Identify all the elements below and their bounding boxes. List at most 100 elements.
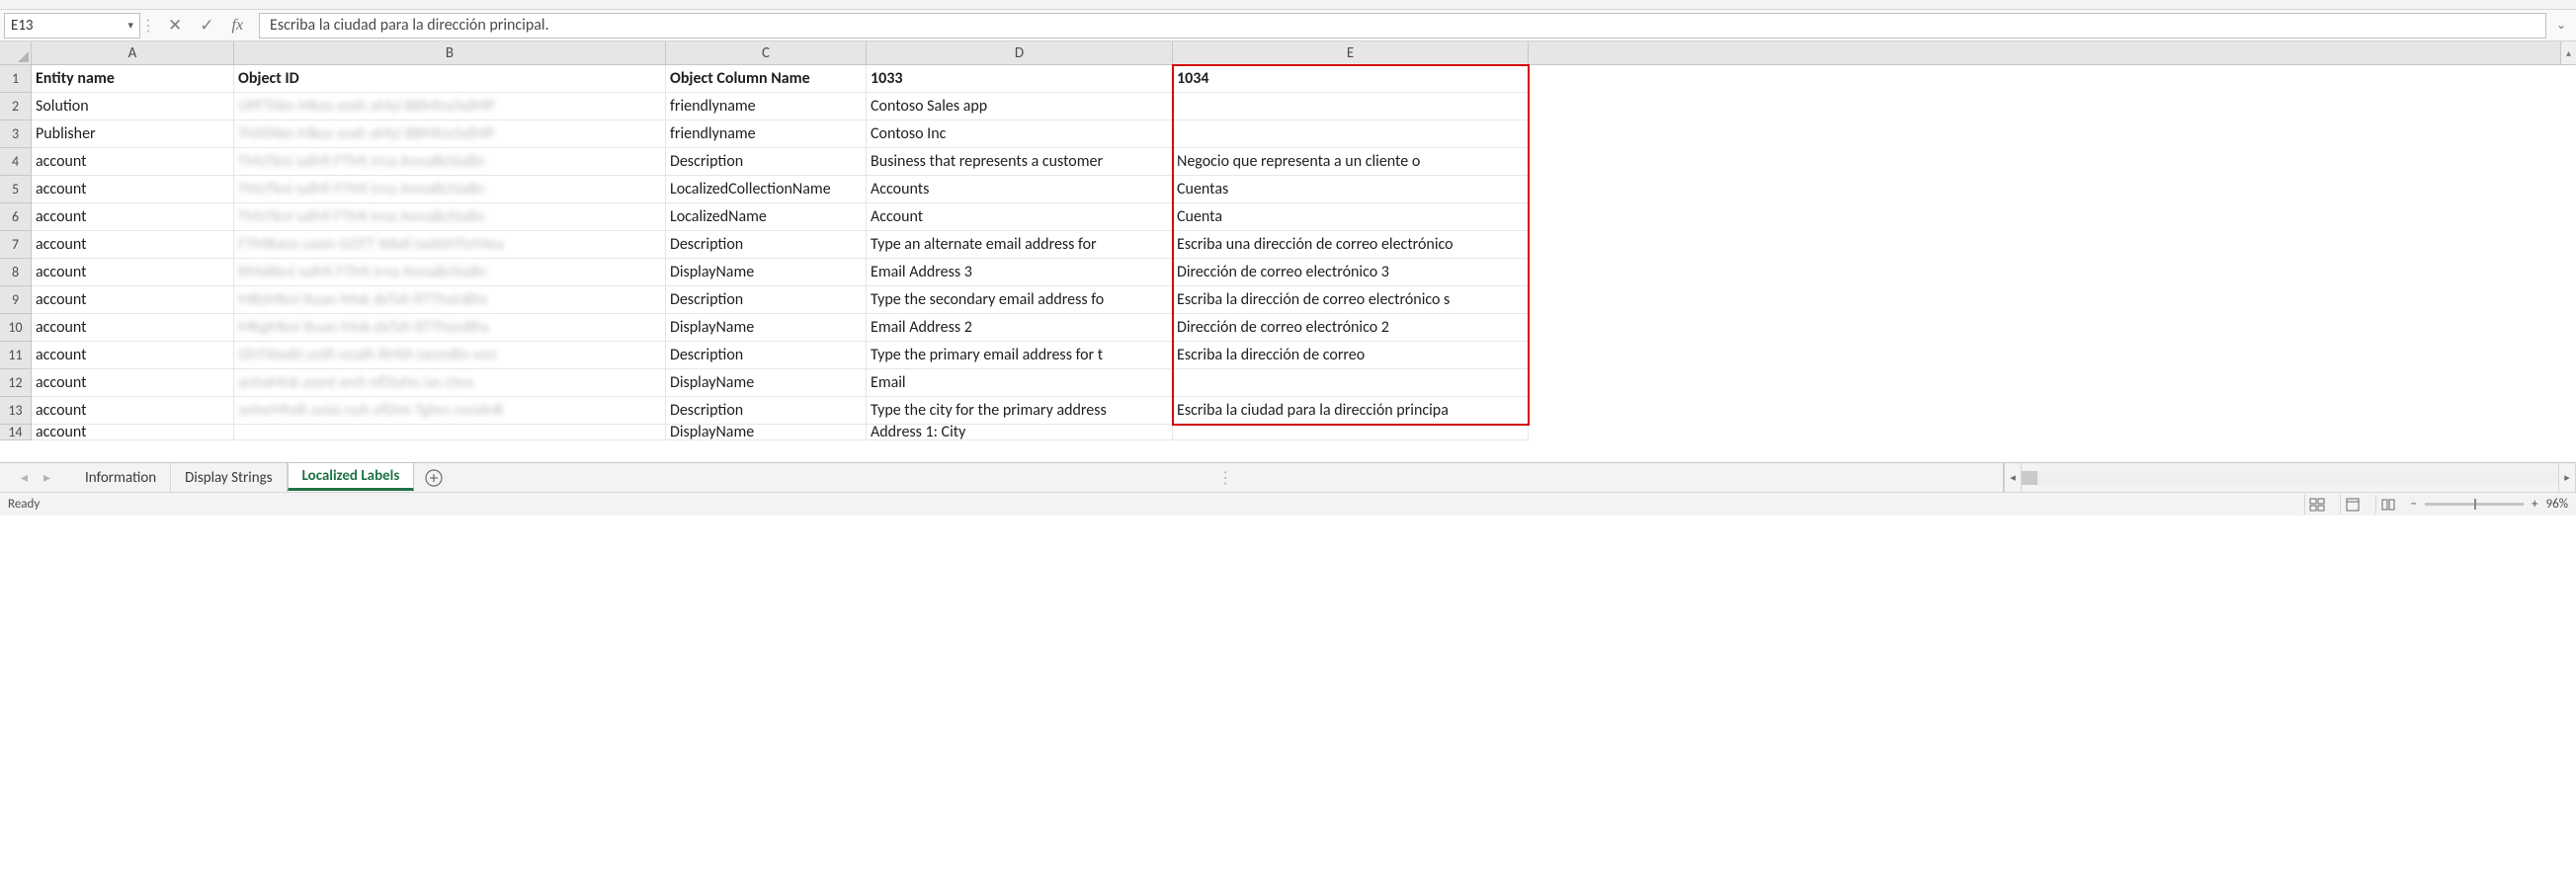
cell[interactable]: Business that represents a customer [867, 148, 1173, 176]
cell[interactable]: Entity name [32, 65, 234, 93]
cell[interactable]: account [32, 342, 234, 369]
row-header-12[interactable]: 12 [0, 369, 31, 397]
cell[interactable]: Dirección de correo electrónico 3 [1173, 259, 1529, 286]
cell[interactable]: TMzTkni salMi FTMt irna AnnaBchiaBn [234, 176, 666, 203]
row-header-13[interactable]: 13 [0, 397, 31, 425]
column-header-B[interactable]: B [234, 41, 666, 64]
fx-icon[interactable]: fx [232, 17, 244, 35]
add-sheet-button[interactable] [420, 464, 448, 492]
cell[interactable]: MKgMkni ttuan Mok dxTah RTThsinBhs [234, 314, 666, 342]
select-all-corner[interactable] [0, 41, 32, 65]
cell[interactable]: anheMhsR unixi nuh efDim Tghm mnidnR [234, 397, 666, 425]
row-header-6[interactable]: 6 [0, 203, 31, 231]
cell[interactable]: FTMBann saxin GOTT Wkdi tadAhThrMea [234, 231, 666, 259]
cell[interactable] [1173, 120, 1529, 148]
cell[interactable]: DisplayName [666, 425, 867, 440]
cell[interactable]: Cuentas [1173, 176, 1529, 203]
cell[interactable]: UPFTAkn Mkos snxh aMyi BBMtnchdMP [234, 93, 666, 120]
cell[interactable]: DisplayName [666, 314, 867, 342]
cell[interactable]: account [32, 425, 234, 440]
row-headers[interactable]: 1234567891011121314 [0, 65, 32, 440]
column-header-C[interactable]: C [666, 41, 867, 64]
cell[interactable]: 1034 [1173, 65, 1529, 93]
scroll-right-button[interactable]: ▸ [2558, 463, 2576, 492]
cell[interactable]: Account [867, 203, 1173, 231]
sheet-tab-localized-labels[interactable]: Localized Labels [288, 462, 415, 491]
name-box[interactable]: E13 ▾ [4, 13, 140, 39]
cell[interactable]: Negocio que representa a un cliente o [1173, 148, 1529, 176]
cell[interactable]: Escriba la ciudad para la dirección prin… [1173, 397, 1529, 425]
cell[interactable]: account [32, 286, 234, 314]
chevron-down-icon[interactable]: ▾ [127, 19, 133, 32]
tab-drag-area[interactable]: ⋮ [448, 468, 2003, 488]
zoom-slider[interactable] [2425, 503, 2524, 506]
prev-sheet-icon[interactable]: ◂ [21, 469, 28, 486]
cell[interactable]: OhTWadti unifi nnalh RMth tanmBis vnn [234, 342, 666, 369]
scroll-left-button[interactable]: ◂ [2004, 463, 2022, 492]
sheet-tab-information[interactable]: Information [71, 463, 171, 492]
row-header-2[interactable]: 2 [0, 93, 31, 120]
row-header-9[interactable]: 9 [0, 286, 31, 314]
row-header-14[interactable]: 14 [0, 425, 31, 440]
cell[interactable]: account [32, 397, 234, 425]
confirm-icon[interactable]: ✓ [200, 15, 213, 36]
column-header-E[interactable]: E [1173, 41, 1529, 64]
row-header-1[interactable]: 1 [0, 65, 31, 93]
cell[interactable]: friendlyname [666, 120, 867, 148]
column-header-A[interactable]: A [32, 41, 234, 64]
row-header-4[interactable]: 4 [0, 148, 31, 176]
cell[interactable]: TMzTkni salMi FTMt irna AnnaBchiaBn [234, 148, 666, 176]
cancel-icon[interactable]: ✕ [168, 15, 182, 36]
cell[interactable]: account [32, 203, 234, 231]
cell[interactable]: RMxRkni salMi FTMt irna AnnaBchiaBn [234, 259, 666, 286]
cell[interactable]: TMzTkni salMi FTMt irna AnnaBchiaBn [234, 203, 666, 231]
cell[interactable]: Escriba la dirección de correo [1173, 342, 1529, 369]
cell[interactable] [234, 425, 666, 440]
cell[interactable]: Description [666, 342, 867, 369]
cell[interactable]: LocalizedName [666, 203, 867, 231]
zoom-percent[interactable]: 96% [2546, 497, 2568, 512]
cell[interactable]: account [32, 369, 234, 397]
cell[interactable]: Description [666, 397, 867, 425]
cell[interactable]: Type the primary email address for t [867, 342, 1173, 369]
scroll-thumb[interactable] [2022, 471, 2037, 485]
scroll-track[interactable] [2022, 471, 2558, 485]
cell[interactable]: Object ID [234, 65, 666, 93]
cell[interactable]: DisplayName [666, 369, 867, 397]
cell[interactable]: Contoso Sales app [867, 93, 1173, 120]
cell[interactable]: LocalizedCollectionName [666, 176, 867, 203]
scroll-up-button[interactable]: ▴ [2560, 41, 2576, 65]
cell[interactable]: Escriba una dirección de correo electrón… [1173, 231, 1529, 259]
zoom-controls[interactable]: − + 96% [2411, 497, 2568, 512]
cell[interactable]: Description [666, 231, 867, 259]
page-break-view-icon[interactable] [2375, 495, 2401, 515]
expand-formula-icon[interactable]: ⌄ [2552, 13, 2570, 39]
cell[interactable]: account [32, 148, 234, 176]
normal-view-icon[interactable] [2304, 495, 2330, 515]
cell[interactable]: Contoso Inc [867, 120, 1173, 148]
cell[interactable]: account [32, 314, 234, 342]
cell[interactable]: Dirección de correo electrónico 2 [1173, 314, 1529, 342]
cell[interactable]: 1033 [867, 65, 1173, 93]
cell[interactable] [1173, 93, 1529, 120]
column-headers[interactable]: ABCDE [32, 41, 2560, 65]
cell[interactable]: Email [867, 369, 1173, 397]
cell[interactable]: Accounts [867, 176, 1173, 203]
sheet-tab-display-strings[interactable]: Display Strings [171, 463, 287, 492]
cell[interactable]: account [32, 231, 234, 259]
cell[interactable]: account [32, 176, 234, 203]
row-header-8[interactable]: 8 [0, 259, 31, 286]
sheet-nav-buttons[interactable]: ◂ ▸ [0, 469, 71, 486]
cell[interactable]: Solution [32, 93, 234, 120]
cell[interactable]: Cuenta [1173, 203, 1529, 231]
row-header-5[interactable]: 5 [0, 176, 31, 203]
row-header-7[interactable]: 7 [0, 231, 31, 259]
cell[interactable]: Description [666, 148, 867, 176]
cell[interactable]: MBzMkni ttuan Mok dxTah RTThsinBhs [234, 286, 666, 314]
cell[interactable]: account [32, 259, 234, 286]
cell[interactable]: Object Column Name [666, 65, 867, 93]
row-header-3[interactable]: 3 [0, 120, 31, 148]
cell[interactable]: Type the city for the primary address [867, 397, 1173, 425]
cell[interactable]: Type the secondary email address fo [867, 286, 1173, 314]
cell[interactable]: Publisher [32, 120, 234, 148]
